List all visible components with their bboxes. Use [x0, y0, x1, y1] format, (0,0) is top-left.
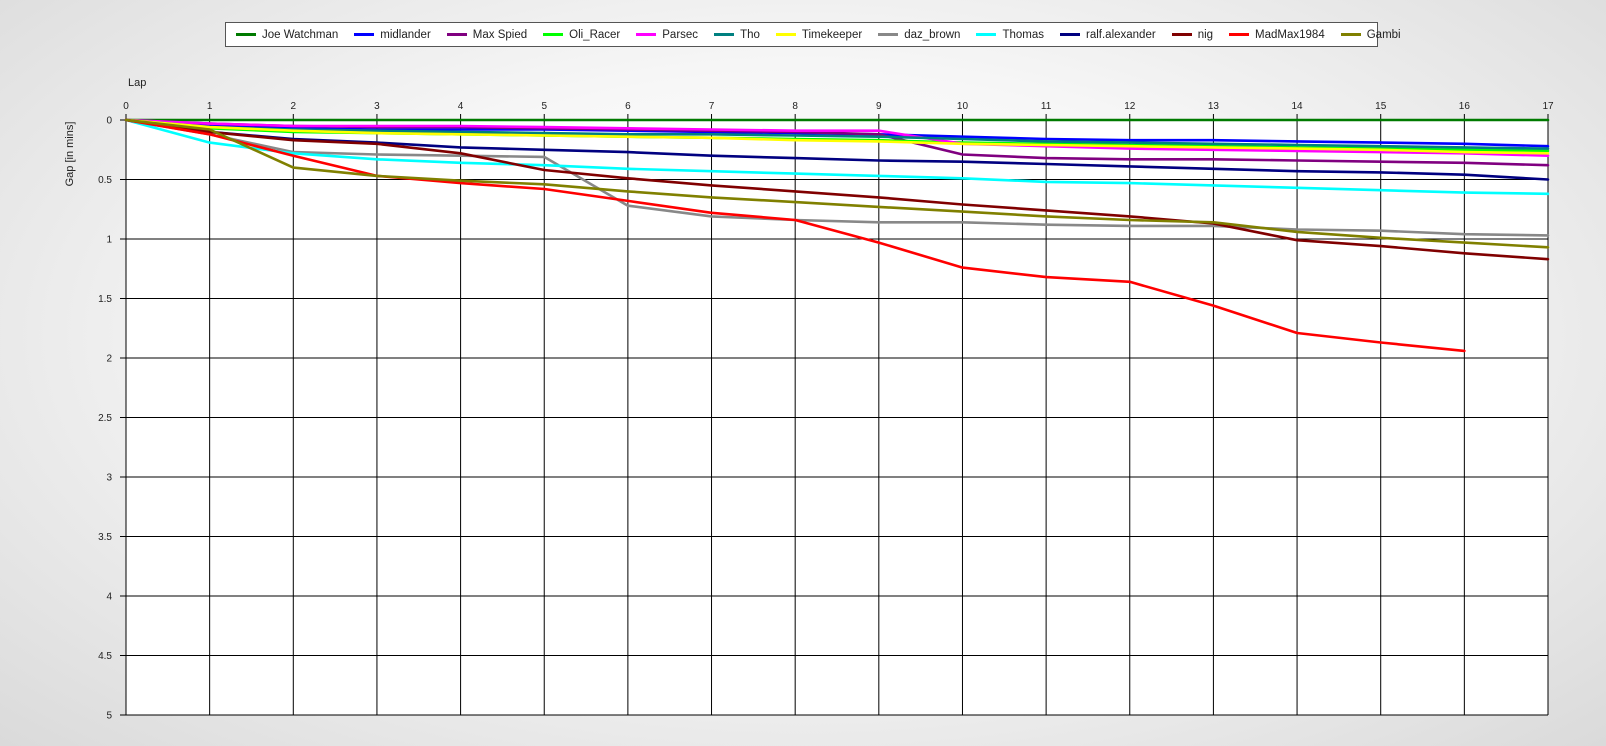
y-tick-label: 1.5 — [98, 294, 112, 305]
x-tick-label: 14 — [1291, 101, 1303, 112]
gap-chart: Joe Watchman midlander Max Spied Oli_Racer P… — [0, 0, 1606, 746]
x-tick-label: 10 — [957, 101, 969, 112]
x-tick-label: 5 — [541, 101, 547, 112]
y-tick-label: 4 — [106, 592, 112, 603]
x-tick-label: 3 — [374, 101, 380, 112]
x-tick-label: 17 — [1542, 101, 1554, 112]
y-tick-label: 0 — [106, 116, 112, 127]
x-tick-label: 16 — [1459, 101, 1471, 112]
y-tick-label: 4.5 — [98, 651, 112, 662]
y-tick-label: 5 — [106, 711, 112, 722]
x-tick-label: 4 — [458, 101, 464, 112]
y-tick-label: 2 — [106, 354, 112, 365]
x-tick-label: 15 — [1375, 101, 1387, 112]
x-axis-label: Lap — [128, 77, 146, 89]
x-tick-label: 9 — [876, 101, 882, 112]
y-tick-label: 0.5 — [98, 175, 112, 186]
y-axis-label: Gap [in mins] — [64, 122, 76, 187]
y-tick-label: 3 — [106, 473, 112, 484]
x-tick-label: 0 — [123, 101, 129, 112]
plot-area: 0 1 2 3 4 5 6 7 8 9 10 11 12 13 14 15 16 1700.511.522.533… — [64, 77, 1554, 722]
x-tick-label: 12 — [1124, 101, 1136, 112]
x-tick-label: 1 — [207, 101, 213, 112]
x-tick-label: 2 — [291, 101, 297, 112]
x-tick-label: 11 — [1041, 101, 1052, 112]
x-tick-label: 7 — [709, 101, 715, 112]
y-tick-label: 1 — [106, 235, 112, 246]
x-tick-label: 8 — [792, 101, 798, 112]
x-tick-label: 13 — [1208, 101, 1220, 112]
y-tick-label: 2.5 — [98, 413, 112, 424]
y-tick-label: 3.5 — [98, 532, 112, 543]
x-tick-label: 6 — [625, 101, 631, 112]
